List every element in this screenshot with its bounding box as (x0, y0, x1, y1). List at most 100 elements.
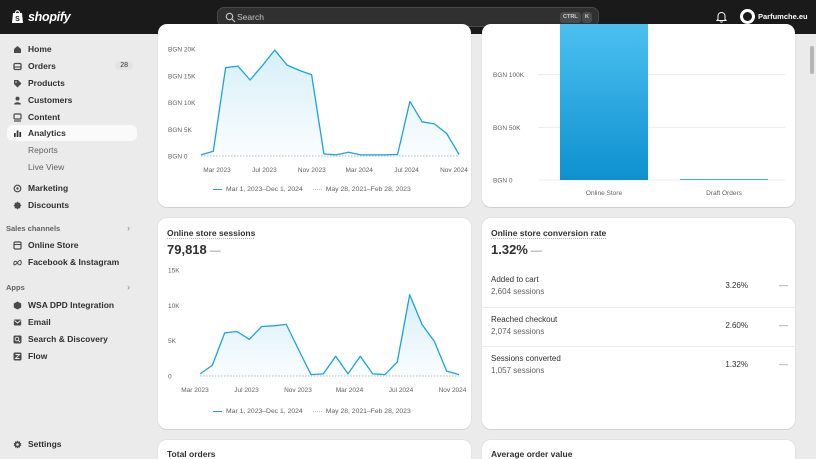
x-tick-label: Mar 2023 (181, 387, 209, 394)
conversion-step-sessions: 2,604 sessions (491, 287, 545, 296)
total-orders-card: Total orders (158, 440, 471, 459)
sessions-trend: — (209, 245, 221, 257)
sidebar-item-label: Online Store (28, 240, 79, 250)
y-tick-label: 15K (168, 268, 180, 275)
sidebar-item-label: Home (28, 44, 52, 54)
x-tick-label: Online Store (586, 190, 623, 197)
store-icon (10, 238, 25, 253)
sidebar-item-label: Email (28, 317, 51, 327)
sidebar-item-orders[interactable]: Orders 28 (7, 58, 137, 74)
store-avatar[interactable] (740, 9, 755, 24)
sidebar-item-email[interactable]: Email (7, 314, 137, 330)
sidebar-item-content[interactable]: Content (7, 109, 137, 125)
scrollbar-thumb[interactable] (810, 46, 814, 74)
content-icon (10, 110, 25, 125)
sidebar-item-customers[interactable]: Customers (7, 92, 137, 108)
sidebar-item-label: Reports (28, 145, 58, 155)
online-store-sessions-card: Online store sessions 79,818— 15K 10K 5K 0 M… (158, 218, 471, 429)
tag-icon (10, 76, 25, 91)
main-scrollbar[interactable] (808, 34, 816, 459)
sidebar-item-label: Customers (28, 95, 73, 105)
x-tick-label: Nov 2023 (284, 387, 312, 394)
sidebar-item-settings[interactable]: Settings (7, 436, 137, 452)
shortcut-ctrl-key: CTRL (560, 12, 581, 23)
x-tick-label: Mar 2024 (345, 167, 373, 174)
conversion-step-rate: 2.60% (725, 321, 748, 330)
conversion-card-title[interactable]: Online store conversion rate (491, 228, 606, 238)
apps-heading[interactable]: Apps (6, 283, 25, 292)
conversion-step-name: Reached checkout (491, 315, 558, 324)
conversion-step-name: Sessions converted (491, 354, 561, 363)
shopify-logo[interactable]: S shopify (11, 9, 71, 24)
sales-over-time-card: BGN 20K BGN 15K BGN 10K BGN 5K BGN 0 Mar 2023… (158, 24, 471, 207)
current-period-area (201, 50, 459, 156)
conversion-row-sessions-converted: Sessions converted 1,057 sessions 1.32% … (482, 346, 795, 385)
conversion-step-trend: — (779, 359, 788, 369)
settings-gear-icon (10, 437, 25, 452)
total-orders-title[interactable]: Total orders (167, 449, 216, 459)
sidebar-item-label: Analytics (28, 128, 66, 138)
sidebar-item-label: Orders (28, 61, 56, 71)
x-tick-label: Jul 2023 (252, 167, 277, 174)
analytics-icon (10, 126, 25, 141)
sidebar-item-label: WSA DPD Integration (28, 300, 115, 310)
conversion-step-sessions: 1,057 sessions (491, 366, 545, 375)
shopify-bag-icon: S (12, 10, 23, 23)
flow-icon (10, 349, 25, 364)
conversion-step-sessions: 2,074 sessions (491, 327, 545, 336)
sales-channels-chevron-icon[interactable]: › (127, 223, 130, 233)
conversion-row-reached-checkout: Reached checkout 2,074 sessions 2.60% — (482, 307, 795, 346)
conversion-trend: — (530, 245, 542, 257)
conversion-value-text: 1.32% (491, 242, 528, 257)
sales-by-channel-chart: BGN 100K BGN 50K BGN 0 Online Store Draft Or… (493, 24, 785, 197)
sidebar-item-wsa-dpd[interactable]: WSA DPD Integration (7, 297, 137, 313)
conversion-total-value: 1.32% — (491, 242, 542, 257)
sessions-total-value: 79,818— (167, 242, 221, 257)
y-tick-label: BGN 50K (493, 125, 521, 132)
sidebar-item-products[interactable]: Products (7, 75, 137, 91)
orders-count-badge: 28 (115, 61, 133, 70)
sidebar-item-home[interactable]: Home (7, 41, 137, 57)
sidebar-item-reports[interactable]: Reports (7, 142, 137, 158)
conversion-step-rate: 3.26% (725, 281, 748, 290)
y-tick-label: BGN 0 (168, 154, 188, 161)
sidebar-item-facebook-instagram[interactable]: Facebook & Instagram (7, 254, 137, 270)
x-tick-label: Draft Orders (706, 190, 743, 197)
store-name[interactable]: Parfumche.eu (758, 12, 808, 21)
sessions-card-title[interactable]: Online store sessions (167, 228, 255, 238)
notifications-bell-icon[interactable] (716, 11, 727, 23)
sidebar-item-live-view[interactable]: Live View (7, 159, 137, 175)
sidebar-item-analytics[interactable]: Analytics (7, 125, 137, 141)
x-tick-label: Jul 2023 (234, 387, 259, 394)
home-icon (10, 42, 25, 57)
sidebar-item-label: Facebook & Instagram (28, 257, 120, 267)
conversion-rate-card: Online store conversion rate 1.32% — Adde… (482, 218, 795, 429)
conversion-step-name: Added to cart (491, 275, 539, 284)
sales-chart-legend: Mar 1, 2023–Dec 1, 2024 May 28, 2021–Feb… (213, 186, 411, 193)
apps-chevron-icon[interactable]: › (127, 282, 130, 292)
x-tick-label: Mar 2024 (336, 387, 364, 394)
y-tick-label: BGN 10K (168, 100, 196, 107)
sidebar-item-discounts[interactable]: Discounts (7, 197, 137, 213)
svg-text:S: S (15, 16, 20, 23)
shortcut-k-key: K (582, 12, 592, 23)
app-icon (10, 298, 25, 313)
sidebar: Home Orders 28 Products Customers Conten… (0, 34, 143, 459)
x-tick-label: Nov 2023 (298, 167, 326, 174)
search-placeholder: Search (237, 12, 264, 22)
brand-name: shopify (28, 9, 71, 24)
channel-bar (560, 24, 648, 180)
sidebar-item-online-store[interactable]: Online Store (7, 237, 137, 253)
sidebar-item-search-discovery[interactable]: Search & Discovery (7, 331, 137, 347)
x-tick-label: Nov 2024 (439, 387, 467, 394)
conversion-step-trend: — (779, 280, 788, 290)
sales-channels-heading[interactable]: Sales channels (6, 224, 60, 233)
sidebar-item-marketing[interactable]: Marketing (7, 180, 137, 196)
sidebar-item-flow[interactable]: Flow (7, 348, 137, 364)
person-icon (10, 93, 25, 108)
sessions-chart-legend: Mar 1, 2023–Dec 1, 2024 May 28, 2021–Feb… (213, 408, 411, 415)
target-icon (10, 181, 25, 196)
y-tick-label: BGN 20K (168, 47, 196, 54)
average-order-value-title[interactable]: Average order value (491, 449, 572, 459)
sales-by-channel-card: BGN 100K BGN 50K BGN 0 Online Store Draft Or… (482, 24, 795, 207)
